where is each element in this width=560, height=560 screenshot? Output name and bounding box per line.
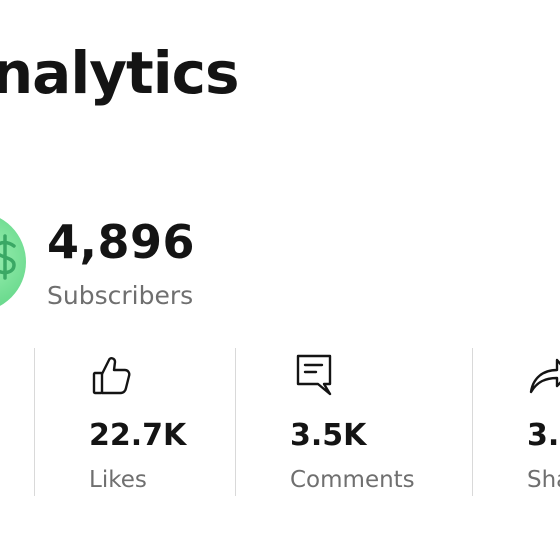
analytics-screen: Analytics 4,896 Subscribers 22.7K [0,0,560,560]
shares-label: Shares [527,467,560,493]
stat-divider [235,348,236,496]
channel-avatar [0,212,26,312]
stat-comments[interactable]: 3.5K Comments [290,352,465,502]
likes-label: Likes [89,467,147,493]
stat-shares[interactable]: 3.1K Shares [527,352,560,502]
page-title: Analytics [0,39,240,107]
dollar-sign-icon [0,223,23,299]
comments-label: Comments [290,467,415,493]
share-icon [529,358,560,394]
subscriber-label: Subscribers [47,281,194,310]
likes-value: 22.7K [89,418,187,453]
thumbs-up-icon [92,357,131,395]
stat-divider [34,348,35,496]
stat-likes[interactable]: 22.7K Likes [89,352,229,502]
stat-divider [472,348,473,496]
shares-value: 3.1K [527,418,560,453]
comments-value: 3.5K [290,418,367,453]
comment-icon [296,354,332,396]
subscriber-count: 4,896 [47,215,196,269]
